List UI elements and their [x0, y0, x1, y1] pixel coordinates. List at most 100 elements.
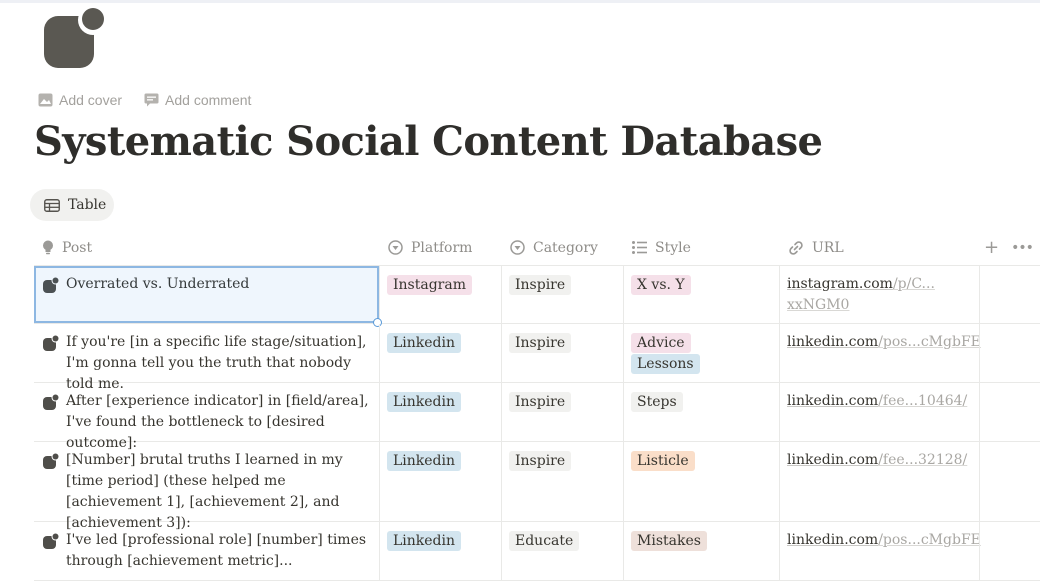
- tag-pill[interactable]: Linkedin: [387, 333, 462, 353]
- tag-pill[interactable]: Listicle: [631, 451, 695, 471]
- app-blob-icon: [43, 277, 59, 293]
- post-title: Overrated vs. Underrated: [66, 276, 250, 292]
- table-row: [Number] brutal truths I learned in my […: [34, 442, 1040, 531]
- column-header-category[interactable]: Category: [510, 230, 598, 265]
- post-title: [Number] brutal truths I learned in my […: [66, 452, 343, 531]
- page-title[interactable]: Systematic Social Content Database: [34, 118, 823, 165]
- page-meta-actions: Add cover Add comment: [38, 90, 251, 110]
- style-cell[interactable]: Listicle: [623, 442, 779, 521]
- tag-pill[interactable]: Inspire: [509, 333, 572, 353]
- tag-pill[interactable]: Linkedin: [387, 392, 462, 412]
- app-blob-icon[interactable]: [44, 6, 108, 68]
- tag-pill[interactable]: X vs. Y: [631, 275, 691, 295]
- tag-pill[interactable]: Advice: [631, 333, 691, 353]
- lightbulb-icon: [43, 240, 53, 255]
- platform-cell[interactable]: Linkedin: [379, 442, 501, 521]
- category-cell[interactable]: Inspire: [501, 442, 623, 521]
- tag-pill[interactable]: Instagram: [387, 275, 472, 295]
- platform-cell[interactable]: Linkedin: [379, 383, 501, 441]
- platform-cell[interactable]: Instagram: [379, 266, 501, 323]
- add-comment-label: Add comment: [165, 92, 252, 108]
- column-actions: + •••: [984, 230, 1034, 265]
- column-divider: [779, 266, 780, 323]
- style-cell[interactable]: Mistakes: [623, 522, 779, 580]
- column-divider: [501, 442, 502, 521]
- url-cell[interactable]: linkedin.com/pos...cMgbFE: [779, 324, 981, 382]
- column-label: Post: [62, 239, 93, 256]
- column-divider: [623, 324, 624, 382]
- view-tab-label: Table: [68, 197, 107, 213]
- url-path[interactable]: /fee...32128/: [878, 452, 967, 468]
- list-icon: [632, 241, 647, 254]
- app-blob-icon: [43, 533, 59, 549]
- column-divider: [779, 324, 780, 382]
- column-divider: [979, 383, 980, 441]
- tag-pill[interactable]: Linkedin: [387, 451, 462, 471]
- column-header-platform[interactable]: Platform: [388, 230, 472, 265]
- tag-pill[interactable]: Lessons: [631, 354, 700, 374]
- column-divider: [979, 522, 980, 580]
- comment-icon: [144, 93, 159, 107]
- add-column-icon[interactable]: +: [984, 237, 999, 258]
- url-cell[interactable]: instagram.com/p/C... xxNGM0: [779, 266, 979, 323]
- url-cell[interactable]: linkedin.com/fee...32128/: [779, 442, 979, 521]
- column-header-url[interactable]: URL: [788, 230, 844, 265]
- column-header-style[interactable]: Style: [632, 230, 691, 265]
- post-cell[interactable]: Overrated vs. Underrated: [34, 266, 379, 323]
- style-cell[interactable]: AdviceLessons: [623, 324, 779, 382]
- column-divider: [979, 442, 980, 521]
- url-path[interactable]: /p/C...: [893, 276, 935, 292]
- add-comment-button[interactable]: Add comment: [144, 90, 251, 110]
- add-cover-button[interactable]: Add cover: [38, 90, 122, 110]
- app-blob-icon: [43, 335, 59, 351]
- column-divider: [779, 522, 780, 580]
- style-cell[interactable]: X vs. Y: [623, 266, 779, 323]
- table-row: After [experience indicator] in [field/a…: [34, 383, 1040, 451]
- tag-pill[interactable]: Inspire: [509, 451, 572, 471]
- column-divider: [379, 383, 380, 441]
- column-label: URL: [812, 239, 844, 256]
- post-cell[interactable]: [Number] brutal truths I learned in my […: [34, 442, 379, 531]
- platform-cell[interactable]: Linkedin: [379, 324, 501, 382]
- url-path[interactable]: /fee...10464/: [878, 393, 967, 409]
- top-bar: [0, 0, 1040, 3]
- post-cell[interactable]: After [experience indicator] in [field/a…: [34, 383, 379, 451]
- more-options-icon[interactable]: •••: [1011, 240, 1034, 256]
- image-icon: [38, 93, 53, 107]
- tag-pill[interactable]: Steps: [631, 392, 683, 412]
- category-cell[interactable]: Inspire: [501, 266, 623, 323]
- column-header-post[interactable]: Post: [42, 230, 92, 265]
- post-cell[interactable]: If you're [in a specific life stage/situ…: [34, 324, 379, 392]
- post-cell[interactable]: I've led [professional role] [number] ti…: [34, 522, 379, 580]
- url-domain[interactable]: linkedin.com: [787, 452, 878, 468]
- table-row: Overrated vs. Underrated Instagram Inspire…: [34, 266, 1040, 327]
- column-divider: [379, 266, 380, 323]
- tag-pill[interactable]: Mistakes: [631, 531, 707, 551]
- category-cell[interactable]: Inspire: [501, 383, 623, 441]
- url-domain[interactable]: instagram.com: [787, 276, 893, 292]
- url-cell[interactable]: linkedin.com/fee...10464/: [779, 383, 979, 441]
- url-path[interactable]: /pos...cMgbFE: [878, 532, 981, 548]
- tag-pill[interactable]: Inspire: [509, 392, 572, 412]
- tag-pill[interactable]: Inspire: [509, 275, 572, 295]
- tag-pill[interactable]: Educate: [509, 531, 580, 551]
- category-cell[interactable]: Educate: [501, 522, 623, 580]
- url-domain[interactable]: linkedin.com: [787, 393, 878, 409]
- column-label: Platform: [411, 239, 473, 256]
- column-divider: [501, 383, 502, 441]
- platform-cell[interactable]: Linkedin: [379, 522, 501, 580]
- url-path[interactable]: xxNGM0: [787, 297, 849, 313]
- column-divider: [779, 383, 780, 441]
- column-divider: [379, 442, 380, 521]
- view-tab-table[interactable]: Table: [30, 189, 114, 221]
- category-cell[interactable]: Inspire: [501, 324, 623, 382]
- url-domain[interactable]: linkedin.com: [787, 532, 878, 548]
- url-cell[interactable]: linkedin.com/pos...cMgbFE: [779, 522, 981, 580]
- tag-pill[interactable]: Linkedin: [387, 531, 462, 551]
- url-path[interactable]: /pos...cMgbFE: [878, 334, 981, 350]
- table-row: If you're [in a specific life stage/situ…: [34, 324, 1040, 392]
- url-domain[interactable]: linkedin.com: [787, 334, 878, 350]
- add-cover-label: Add cover: [59, 92, 123, 108]
- database-table: Post Platform Category Style URL + ••• O…: [34, 230, 1040, 581]
- style-cell[interactable]: Steps: [623, 383, 779, 441]
